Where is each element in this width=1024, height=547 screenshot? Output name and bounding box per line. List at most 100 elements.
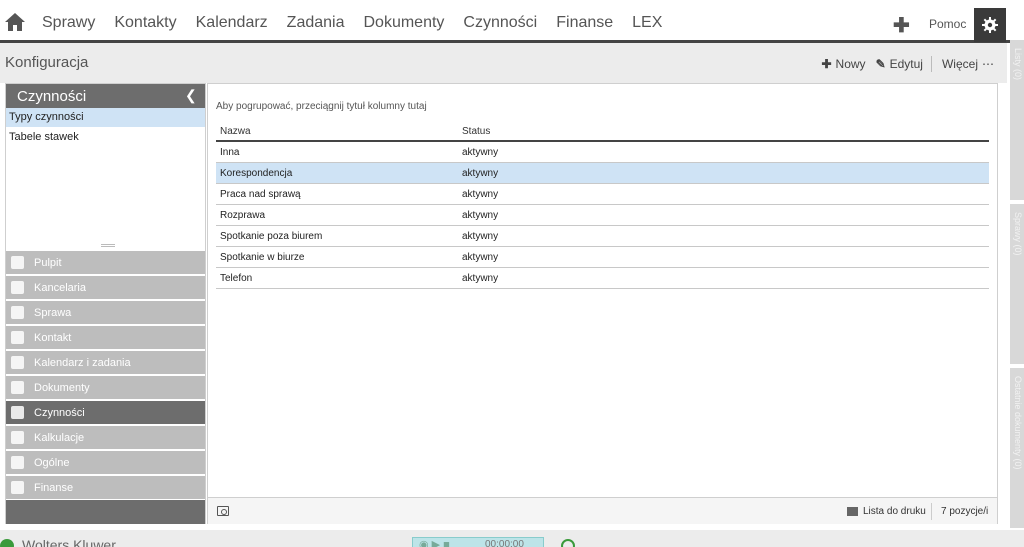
module-label: Czynności	[34, 406, 85, 419]
footer-divider	[931, 503, 932, 520]
nav-item-zadania[interactable]: Zadania	[287, 14, 345, 32]
printer-icon	[847, 507, 858, 516]
timer-value: 00:00:00	[485, 539, 524, 547]
page-header: Konfiguracja ✚ Nowy ✎ Edytuj Więcej ⋯	[0, 43, 1007, 83]
table-row[interactable]: Spotkanie poza biurem aktywny	[216, 226, 989, 247]
module-label: Kalkulacje	[34, 431, 85, 444]
nav-item-czynno-ci[interactable]: Czynności	[463, 14, 537, 32]
print-list-label: Lista do druku	[863, 506, 926, 517]
right-tab-lists[interactable]: Listy (0)	[1010, 40, 1024, 200]
folder-icon	[11, 306, 24, 319]
section-header: Czynności ❮	[6, 84, 205, 108]
camera-icon[interactable]	[217, 506, 229, 516]
table-row[interactable]: Korespondencja aktywny	[216, 163, 989, 184]
table-row[interactable]: Spotkanie w biurze aktywny	[216, 247, 989, 268]
module-label: Finanse	[34, 481, 74, 494]
new-button-label: Nowy	[835, 57, 866, 71]
module-item[interactable]: Dokumenty	[6, 376, 205, 399]
module-label: Kalendarz i zadania	[34, 356, 131, 369]
plus-icon: ✚	[821, 57, 832, 71]
toolbar: ✚ Nowy ✎ Edytuj Więcej ⋯	[811, 56, 994, 72]
document-icon	[11, 381, 24, 394]
module-label: Dokumenty	[34, 381, 90, 394]
play-controls-icon[interactable]: ◉ ▶ ■	[419, 538, 450, 547]
collapse-chevron-icon[interactable]: ❮	[185, 87, 197, 104]
cell-status: aktywny	[462, 231, 499, 242]
module-item[interactable]: Czynności	[6, 401, 205, 424]
nav-item-lex[interactable]: LEX	[632, 14, 662, 32]
help-link[interactable]: Pomoc	[929, 17, 966, 31]
page-title: Konfiguracja	[5, 54, 89, 71]
gear-icon	[982, 17, 998, 33]
toolbar-divider	[930, 56, 932, 72]
settings-icon	[11, 456, 24, 469]
cell-name: Inna	[220, 147, 240, 158]
column-header-name[interactable]: Nazwa	[220, 126, 251, 137]
dashboard-icon	[11, 256, 24, 269]
contact-icon	[11, 331, 24, 344]
module-label: Sprawa	[34, 306, 72, 319]
nav-item-dokumenty[interactable]: Dokumenty	[364, 14, 445, 32]
edit-button[interactable]: ✎ Edytuj	[876, 56, 923, 72]
home-icon[interactable]	[4, 12, 26, 32]
main-content: Aby pogrupować, przeciągnij tytuł kolumn…	[207, 83, 998, 524]
module-item[interactable]: Ogólne	[6, 451, 205, 474]
nav-item-sprawy[interactable]: Sprawy	[42, 14, 95, 32]
nav-item-kontakty[interactable]: Kontakty	[114, 14, 176, 32]
nav-item-kalendarz[interactable]: Kalendarz	[196, 14, 268, 32]
people-icon	[11, 281, 24, 294]
add-icon[interactable]: ✚	[893, 13, 910, 38]
more-button[interactable]: Więcej ⋯	[942, 56, 994, 72]
right-tab-cases-label: Sprawy (0)	[1013, 212, 1023, 256]
cell-name: Praca nad sprawą	[220, 189, 301, 200]
table-row[interactable]: Telefon aktywny	[216, 268, 989, 289]
logo-icon	[0, 539, 14, 547]
print-list-button[interactable]: Lista do druku	[847, 506, 926, 517]
cell-name: Spotkanie poza biurem	[220, 231, 323, 242]
module-item[interactable]: Finanse	[6, 476, 205, 499]
sidebar-item[interactable]: Typy czynności	[6, 108, 205, 127]
brand-name: Wolters Kluwer	[22, 537, 116, 547]
resize-grip[interactable]	[101, 244, 115, 247]
right-tab-recent-documents[interactable]: Ostatnie dokumenty (0)	[1010, 368, 1024, 528]
cell-status: aktywny	[462, 189, 499, 200]
top-navigation-bar: Sprawy Kontakty Kalendarz Zadania Dokumenty C…	[0, 0, 1024, 43]
table-row[interactable]: Rozprawa aktywny	[216, 205, 989, 226]
clock-icon[interactable]	[561, 539, 575, 547]
cell-status: aktywny	[462, 168, 499, 179]
module-item[interactable]: Pulpit	[6, 251, 205, 274]
currency-icon	[11, 481, 24, 494]
new-button[interactable]: ✚ Nowy	[821, 56, 865, 72]
module-item[interactable]: Kalendarz i zadania	[6, 351, 205, 374]
cell-name: Korespondencja	[220, 168, 293, 179]
module-item[interactable]: Sprawa	[6, 301, 205, 324]
table-row[interactable]: Praca nad sprawą aktywny	[216, 184, 989, 205]
cell-name: Spotkanie w biurze	[220, 252, 305, 263]
module-label: Ogólne	[34, 456, 70, 469]
column-header-status[interactable]: Status	[462, 126, 490, 137]
nav-item-finanse[interactable]: Finanse	[556, 14, 613, 32]
cell-status: aktywny	[462, 273, 499, 284]
module-label: Kontakt	[34, 331, 72, 344]
calculator-icon	[11, 431, 24, 444]
right-tab-recent-documents-label: Ostatnie dokumenty (0)	[1013, 376, 1023, 470]
cell-status: aktywny	[462, 252, 499, 263]
settings-button[interactable]	[974, 8, 1006, 42]
module-list: Pulpit Kancelaria Sprawa Kontakt Kalendarz i…	[6, 251, 205, 501]
cell-status: aktywny	[462, 210, 499, 221]
timer-widget: ◉ ▶ ■ 00:00:00	[412, 537, 544, 547]
right-tab-lists-label: Listy (0)	[1013, 48, 1023, 81]
module-item[interactable]: Kontakt	[6, 326, 205, 349]
main-nav: Sprawy Kontakty Kalendarz Zadania Dokumenty C…	[42, 14, 681, 32]
ellipsis-icon: ⋯	[982, 57, 994, 71]
edit-button-label: Edytuj	[889, 57, 923, 71]
module-item[interactable]: Kancelaria	[6, 276, 205, 299]
right-tab-cases[interactable]: Sprawy (0)	[1010, 204, 1024, 364]
table-row[interactable]: Inna aktywny	[216, 142, 989, 163]
sidebar-item[interactable]: Tabele stawek	[6, 128, 205, 147]
group-drop-area[interactable]: Aby pogrupować, przeciągnij tytuł kolumn…	[216, 101, 427, 112]
cell-name: Rozprawa	[220, 210, 266, 221]
module-item[interactable]: Kalkulacje	[6, 426, 205, 449]
more-button-label: Więcej	[941, 57, 978, 71]
left-panel: Czynności ❮ Typy czynności Tabele stawek …	[5, 83, 206, 524]
